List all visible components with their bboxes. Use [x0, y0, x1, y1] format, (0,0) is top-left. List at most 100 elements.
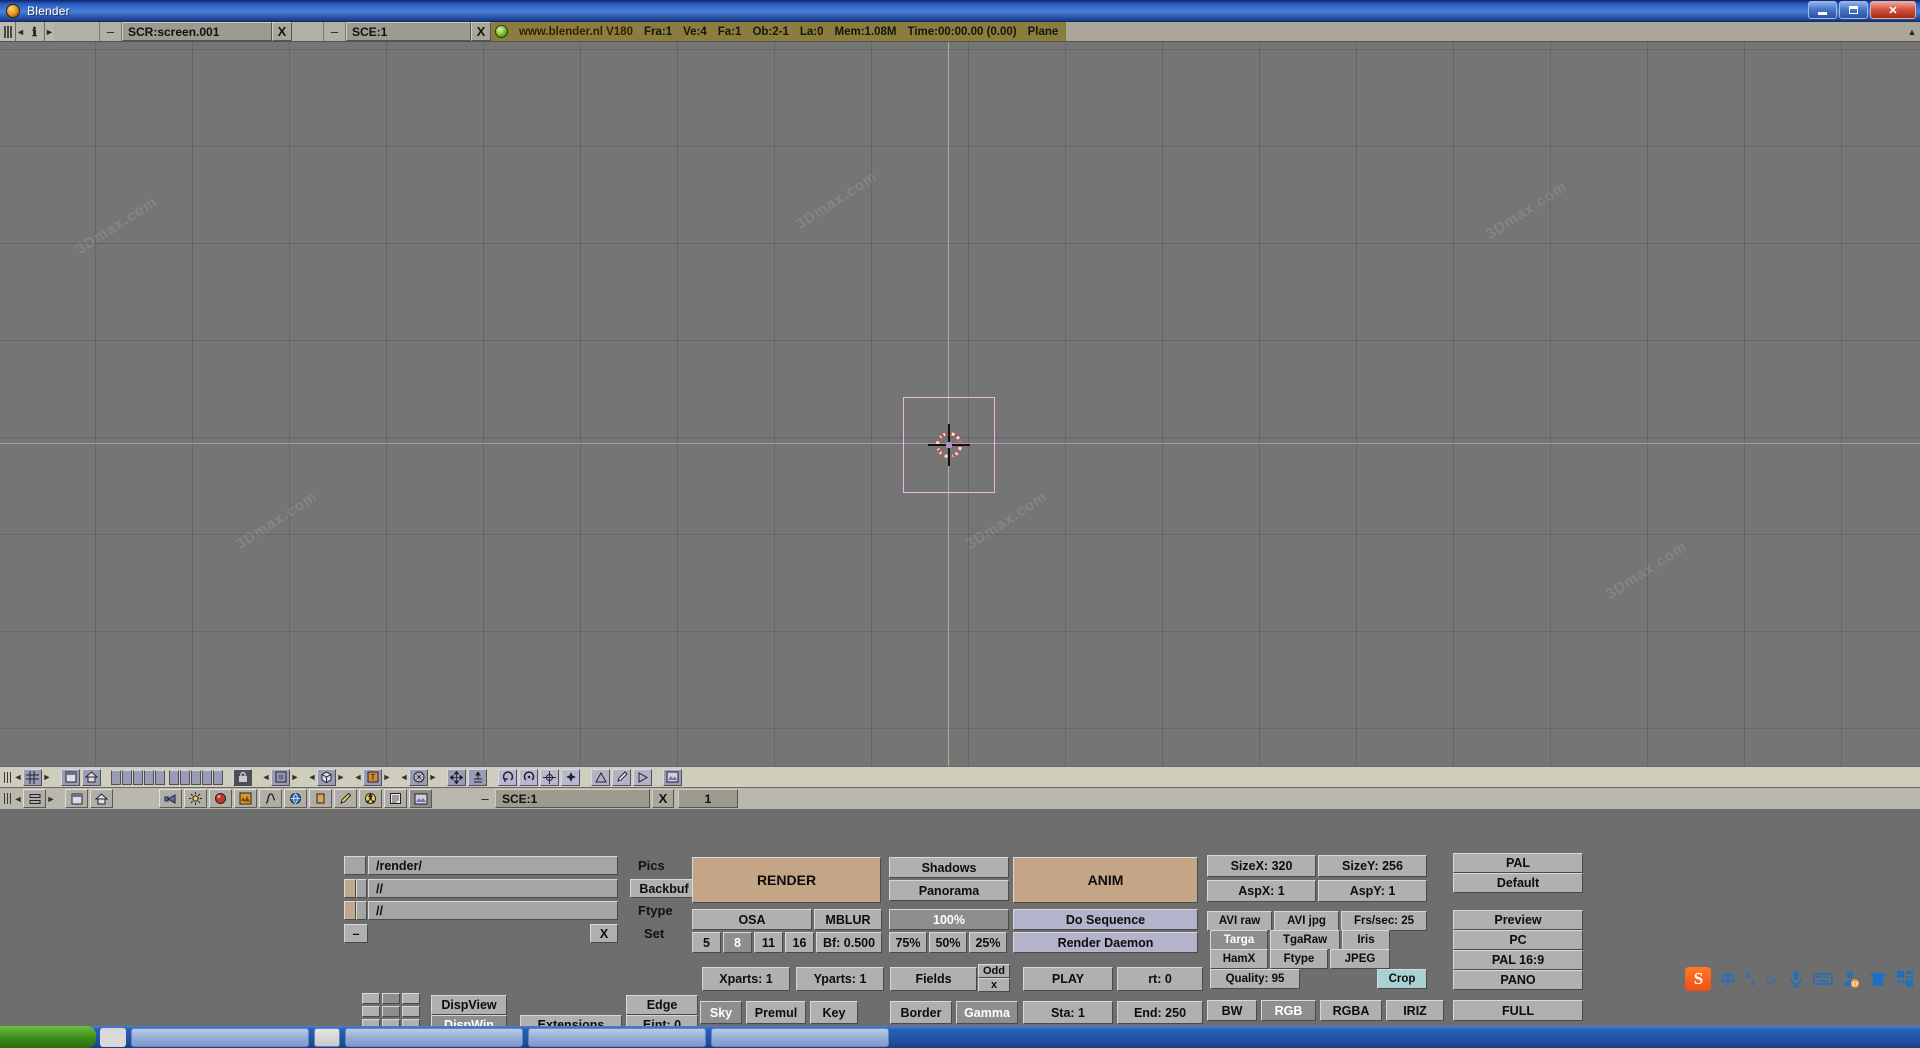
edit-icon[interactable]: [334, 789, 357, 808]
percent-75-button[interactable]: 75%: [889, 932, 927, 953]
home-icon[interactable]: [90, 789, 113, 808]
taskbar-item[interactable]: [314, 1028, 340, 1047]
mesh-left-arrow-icon[interactable]: ◄: [400, 772, 408, 782]
dispview-button[interactable]: DispView: [431, 995, 507, 1015]
layer-button[interactable]: [180, 770, 190, 785]
object-icon[interactable]: [309, 789, 332, 808]
preset-preview-button[interactable]: Preview: [1453, 910, 1583, 930]
animation-curve-icon[interactable]: [259, 789, 282, 808]
toolbar-drag-grip[interactable]: [0, 767, 14, 788]
taskbar-item[interactable]: [711, 1028, 889, 1047]
rt-field[interactable]: rt: 0: [1117, 967, 1203, 991]
layer-button[interactable]: [169, 770, 179, 785]
scene-index-field[interactable]: 1: [678, 789, 738, 808]
text-object-icon[interactable]: T: [363, 769, 382, 786]
close-button[interactable]: ✕: [1870, 1, 1916, 19]
3d-viewport[interactable]: 3Dmax.com 3Dmax.com 3Dmax.com 3Dmax.com …: [0, 42, 1920, 766]
percent-50-button[interactable]: 50%: [929, 932, 967, 953]
layer-button[interactable]: [155, 770, 165, 785]
hamx-button[interactable]: HamX: [1210, 949, 1268, 969]
set-delete-button[interactable]: X: [590, 924, 618, 943]
toolbox-icon[interactable]: [1896, 970, 1914, 988]
render-icon[interactable]: [409, 789, 432, 808]
pics-path-field[interactable]: /render/: [368, 856, 618, 875]
rgb-button[interactable]: RGB: [1261, 1000, 1316, 1021]
texture-icon[interactable]: [234, 789, 257, 808]
backbuf-path-field[interactable]: //: [368, 879, 618, 898]
backbuf-button[interactable]: Backbuf: [630, 879, 698, 898]
draw-left-arrow-icon[interactable]: ◄: [308, 772, 316, 782]
fields-button[interactable]: Fields: [890, 967, 977, 991]
targa-button[interactable]: Targa: [1210, 930, 1268, 950]
layer-button[interactable]: [144, 770, 154, 785]
premul-button[interactable]: Premul: [746, 1001, 806, 1024]
mesh-right-arrow-icon[interactable]: ►: [429, 772, 437, 782]
render-button[interactable]: RENDER: [692, 857, 881, 903]
scene-name-field-2[interactable]: SCE:1: [495, 789, 650, 808]
taskbar-item[interactable]: [528, 1028, 706, 1047]
panel-list-icon[interactable]: [23, 789, 46, 808]
preset-pal169-button[interactable]: PAL 16:9: [1453, 950, 1583, 970]
layer-button[interactable]: [122, 770, 132, 785]
bw-button[interactable]: BW: [1207, 1000, 1257, 1021]
layer-button[interactable]: [202, 770, 212, 785]
frs-sec-field[interactable]: Frs/sec: 25: [1341, 911, 1427, 931]
play-button[interactable]: PLAY: [1023, 967, 1113, 991]
iris-button[interactable]: Iris: [1342, 930, 1390, 950]
toolbar2-drag-grip[interactable]: [0, 788, 14, 809]
toolbar-left-arrow-icon[interactable]: ◄: [14, 772, 22, 782]
material-icon[interactable]: [209, 789, 232, 808]
sta-field[interactable]: Sta: 1: [1023, 1001, 1113, 1024]
preset-pc-button[interactable]: PC: [1453, 930, 1583, 950]
layer-selector-block-b[interactable]: [169, 770, 223, 785]
sogou-input-toolbar[interactable]: S 中 °, ☺ 17: [1685, 965, 1914, 993]
mblur-button[interactable]: MBLUR: [814, 909, 882, 930]
radiosity-icon[interactable]: [359, 789, 382, 808]
mode-left-arrow-icon[interactable]: ◄: [262, 772, 270, 782]
shadows-button[interactable]: Shadows: [889, 857, 1009, 878]
osa-button[interactable]: OSA: [692, 909, 812, 930]
render-daemon-button[interactable]: Render Daemon: [1013, 932, 1198, 953]
user-icon[interactable]: 17: [1842, 970, 1860, 988]
render-display-grid[interactable]: [362, 993, 420, 1030]
end-field[interactable]: End: 250: [1117, 1001, 1203, 1024]
header-collapse-icon[interactable]: ▲: [1904, 22, 1920, 41]
text-right-arrow-icon[interactable]: ►: [383, 772, 391, 782]
scene-delete-button-2[interactable]: X: [652, 789, 674, 808]
jpeg-button[interactable]: JPEG: [1330, 949, 1390, 969]
triangle-icon[interactable]: [591, 769, 610, 786]
edge-button[interactable]: Edge: [626, 995, 698, 1015]
osa-5-button[interactable]: 5: [692, 932, 721, 953]
text-left-arrow-icon[interactable]: ◄: [354, 772, 362, 782]
anim-button[interactable]: ANIM: [1013, 857, 1198, 903]
view-icon[interactable]: [159, 789, 182, 808]
ftype-format-button[interactable]: Ftype: [1270, 949, 1328, 969]
asp-x-field[interactable]: AspX: 1: [1207, 880, 1316, 902]
toolbar2-left-arrow-icon[interactable]: ◄: [14, 794, 22, 804]
minimize-button[interactable]: [1808, 1, 1837, 19]
move-icon[interactable]: [447, 769, 466, 786]
osa-8-button[interactable]: 8: [723, 932, 752, 953]
avi-jpg-button[interactable]: AVI jpg: [1274, 911, 1339, 931]
odd-button[interactable]: Odd: [978, 964, 1010, 978]
lock-icon[interactable]: [233, 769, 252, 786]
xparts-field[interactable]: Xparts: 1: [702, 967, 790, 991]
yparts-field[interactable]: Yparts: 1: [796, 967, 884, 991]
script-icon[interactable]: [384, 789, 407, 808]
cube-icon[interactable]: [317, 769, 336, 786]
display-cell[interactable]: [382, 993, 400, 1004]
object-select-icon[interactable]: [271, 769, 290, 786]
pics-toggle-icon[interactable]: [344, 856, 366, 875]
input-mode-chinese[interactable]: 中: [1720, 969, 1735, 990]
center-icon[interactable]: [540, 769, 559, 786]
display-cell[interactable]: [362, 1006, 380, 1017]
preset-full-button[interactable]: FULL: [1453, 1000, 1583, 1021]
osa-11-button[interactable]: 11: [754, 932, 783, 953]
ftype-path-field[interactable]: //: [368, 901, 618, 920]
layer-button[interactable]: [111, 770, 121, 785]
display-cell[interactable]: [382, 1006, 400, 1017]
screen-delete-button[interactable]: X: [272, 22, 292, 41]
screen-name-field[interactable]: SCR:screen.001: [122, 22, 272, 41]
home-icon[interactable]: [82, 769, 101, 786]
mesh-sphere-icon[interactable]: [409, 769, 428, 786]
